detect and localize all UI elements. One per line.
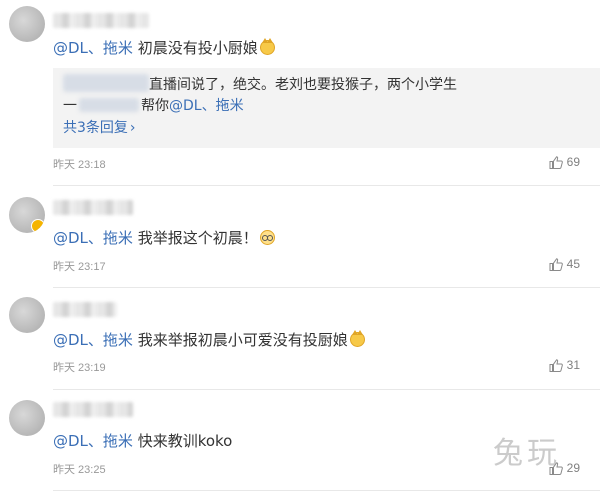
thumbs-up-icon bbox=[549, 358, 563, 372]
thumbs-up-icon bbox=[549, 155, 563, 169]
comment-body: 我举报这个初晨！ bbox=[137, 229, 258, 247]
mention-link[interactable]: @DL、拖米 bbox=[53, 331, 133, 349]
thumbs-up-icon bbox=[549, 257, 563, 271]
mention-link[interactable]: @DL、拖米 bbox=[53, 39, 133, 57]
comment-time: 昨天 23:18 bbox=[53, 159, 106, 171]
like-button[interactable]: 69 bbox=[549, 155, 580, 169]
reply-username-blurred bbox=[63, 74, 149, 92]
comment-item: @DL、拖米 初晨没有投小厨娘 直播间说了，绝交。老刘也要投猴子，两个小学生 一… bbox=[0, 0, 600, 186]
comment-time: 昨天 23:25 bbox=[53, 464, 106, 476]
username-blurred[interactable] bbox=[53, 402, 133, 417]
avatar[interactable] bbox=[9, 6, 45, 42]
reply-text: 直播间说了，绝交。老刘也要投猴子，两个小学生 bbox=[149, 77, 457, 93]
username-blurred[interactable] bbox=[53, 302, 117, 317]
reply-text-2: 一 帮你@DL、拖米 bbox=[63, 97, 244, 116]
reply-body: 帮你 bbox=[141, 98, 169, 114]
glasses-face-icon bbox=[259, 230, 275, 245]
comment-body: 快来教训koko bbox=[137, 432, 233, 450]
mention-link[interactable]: @DL、拖米 bbox=[53, 229, 133, 247]
cat-face-icon bbox=[349, 330, 365, 347]
reply-prefix: 一 bbox=[63, 98, 77, 114]
like-count: 31 bbox=[566, 358, 580, 372]
like-button[interactable]: 31 bbox=[549, 358, 580, 372]
comment-time: 昨天 23:19 bbox=[53, 362, 106, 374]
cat-face-icon bbox=[259, 38, 275, 55]
comment-body: 初晨没有投小厨娘 bbox=[137, 39, 258, 57]
comment-text: @DL、拖米 初晨没有投小厨娘 bbox=[53, 38, 275, 58]
mention-link[interactable]: @DL、拖米 bbox=[169, 98, 244, 114]
comment-body: 我来举报初晨小可爱没有投厨娘 bbox=[137, 331, 348, 349]
reply-username-blurred bbox=[79, 98, 139, 112]
comment-text: @DL、拖米 我举报这个初晨！ bbox=[53, 228, 275, 248]
mention-link[interactable]: @DL、拖米 bbox=[53, 432, 133, 450]
avatar[interactable] bbox=[9, 400, 45, 436]
like-count: 29 bbox=[566, 461, 580, 475]
reply-preview: 直播间说了，绝交。老刘也要投猴子，两个小学生 一 帮你@DL、拖米 共3条回复 › bbox=[53, 68, 600, 148]
avatar[interactable] bbox=[9, 197, 45, 233]
comment-text: @DL、拖米 快来教训koko bbox=[53, 431, 232, 451]
chevron-right-icon: › bbox=[129, 120, 136, 136]
watermark: 兔玩 bbox=[493, 436, 561, 471]
comment-time: 昨天 23:17 bbox=[53, 261, 106, 273]
more-replies-label[interactable]: 共3条回复 bbox=[63, 120, 128, 136]
like-button[interactable]: 45 bbox=[549, 257, 580, 271]
like-count: 69 bbox=[566, 155, 580, 169]
username-blurred[interactable] bbox=[53, 13, 149, 28]
vip-badge-icon bbox=[31, 219, 45, 233]
like-count: 45 bbox=[566, 257, 580, 271]
avatar[interactable] bbox=[9, 297, 45, 333]
divider bbox=[53, 490, 600, 491]
username-blurred[interactable] bbox=[53, 200, 133, 215]
more-replies-link[interactable]: 共3条回复 › bbox=[63, 119, 136, 138]
comment-item: @DL、拖米 我举报这个初晨！ 昨天 23:17 45 bbox=[0, 186, 600, 288]
comment-item: @DL、拖米 我来举报初晨小可爱没有投厨娘 昨天 23:19 31 bbox=[0, 288, 600, 390]
comment-text: @DL、拖米 我来举报初晨小可爱没有投厨娘 bbox=[53, 330, 365, 350]
